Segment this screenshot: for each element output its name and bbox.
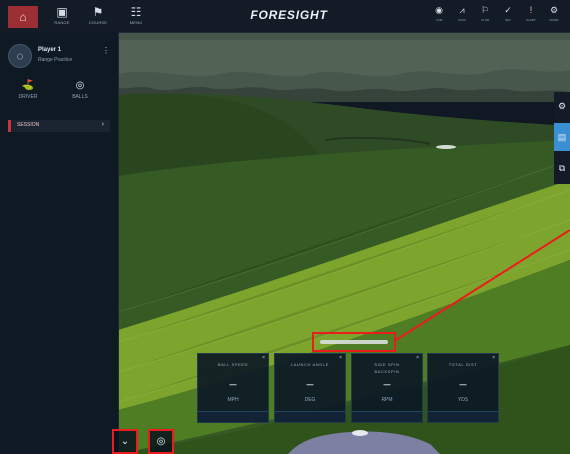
tile-value: —: [306, 382, 314, 389]
settings-icon: ⚙: [549, 5, 559, 15]
session-arrow-icon: ›: [101, 121, 104, 128]
tile-footer: [275, 411, 345, 422]
settings-icon: ⚙: [557, 100, 567, 111]
tile-title-2: BACKSPIN: [374, 369, 400, 374]
grid-icon: ☷: [130, 5, 142, 19]
qa-driver[interactable]: ⛳ DRIVER: [12, 80, 44, 104]
tile-footer: [198, 411, 268, 422]
tile-unit: RPM: [381, 397, 393, 403]
tool-camera[interactable]: ◉ CAM: [431, 5, 447, 29]
target-highlight-box[interactable]: [312, 332, 396, 352]
qa-balls[interactable]: ◎ BALLS: [64, 80, 96, 104]
tile-total-distance[interactable]: × TOTAL DIST — YDS: [427, 353, 499, 423]
target-icon: ◎: [156, 436, 166, 447]
left-sidebar: ◌ Player 1 Range Practice ⋮ ⛳ DRIVER ◎ B…: [0, 32, 119, 454]
tool-alert[interactable]: ! ALERT: [523, 5, 539, 29]
tool-club-label: CLUB: [480, 18, 489, 22]
target-marker: [320, 340, 388, 344]
flag-icon: ⚑: [92, 5, 104, 19]
home-button[interactable]: ⌂: [8, 6, 38, 28]
ball-icon: ◎: [75, 80, 85, 91]
nav-grid[interactable]: ☷ MENU: [124, 6, 148, 28]
session-label: SESSION: [17, 122, 40, 128]
right-icon-view[interactable]: ▤: [554, 123, 570, 151]
tile-ball-speed[interactable]: × BALL SPEED — MPH: [197, 353, 269, 423]
target-toggle[interactable]: ◎: [148, 429, 174, 454]
check-icon: ✓: [504, 5, 512, 15]
chart-icon: ⩘: [459, 5, 465, 15]
qa-balls-label: BALLS: [72, 94, 88, 100]
tile-spin[interactable]: × SIDE SPIN BACKSPIN — RPM: [351, 353, 423, 423]
nav-range[interactable]: ▣ RANGE: [50, 6, 74, 28]
club-icon: ⚐: [480, 5, 490, 15]
brand-logo: FORESIGHT: [250, 8, 328, 22]
right-icon-layers[interactable]: ⧉: [554, 154, 570, 182]
tool-graph-label: DATA: [458, 18, 466, 22]
home-icon: ⌂: [19, 10, 27, 24]
data-tiles: × BALL SPEED — MPH × LAUNCH ANGLE — DEG …: [197, 353, 499, 425]
quick-actions: ⛳ DRIVER ◎ BALLS: [12, 80, 98, 106]
tool-alert-label: ALERT: [526, 18, 536, 22]
nav-course-label: COURSE: [88, 20, 108, 25]
chevron-down-icon: ⌄: [120, 436, 130, 447]
close-icon[interactable]: ×: [416, 355, 419, 361]
bottom-controls: ⌄ ◎: [112, 429, 182, 454]
close-icon[interactable]: ×: [262, 355, 265, 361]
player-name: Player 1: [38, 47, 62, 53]
right-toolstrip: ⚙ ▤ ⧉: [554, 92, 570, 184]
nav-range-label: RANGE: [54, 20, 70, 25]
alert-icon: !: [529, 5, 533, 15]
tool-check-label: SET: [505, 18, 511, 22]
close-icon[interactable]: ×: [492, 355, 495, 361]
tile-unit: YDS: [457, 397, 469, 403]
tile-unit: MPH: [227, 397, 239, 403]
view-icon: ▤: [557, 131, 567, 142]
close-icon[interactable]: ×: [339, 355, 342, 361]
tool-club[interactable]: ⚐ CLUB: [477, 5, 493, 29]
nav-grid-label: MENU: [129, 20, 143, 25]
tile-value: —: [229, 382, 237, 389]
tile-unit: DEG: [304, 397, 316, 403]
right-icon-settings[interactable]: ⚙: [554, 92, 570, 120]
tool-graph[interactable]: ⩘ DATA: [454, 5, 470, 29]
tile-title: TOTAL DIST: [448, 362, 478, 367]
session-strip[interactable]: SESSION ›: [8, 120, 110, 132]
camera-icon: ◉: [435, 5, 443, 15]
chevron-toggle[interactable]: ⌄: [112, 429, 138, 454]
tile-title: SIDE SPIN: [374, 362, 400, 367]
tile-value: —: [459, 382, 467, 389]
player-avatar-icon: ◌: [16, 49, 24, 63]
tool-check[interactable]: ✓ SET: [500, 5, 516, 29]
top-bar: ⌂ ▣ RANGE ⚑ COURSE ☷ MENU FORESIGHT ◉ CA…: [0, 0, 570, 33]
tile-launch-angle[interactable]: × LAUNCH ANGLE — DEG: [274, 353, 346, 423]
tool-settings[interactable]: ⚙ MORE: [546, 5, 562, 29]
layers-icon: ⧉: [558, 162, 566, 173]
app-window: ⌂ ▣ RANGE ⚑ COURSE ☷ MENU FORESIGHT ◉ CA…: [0, 0, 570, 454]
nav-course[interactable]: ⚑ COURSE: [86, 6, 110, 28]
top-tools: ◉ CAM ⩘ DATA ⚐ CLUB ✓ SET ! ALERT ⚙ MORE: [431, 5, 562, 29]
tool-settings-label: MORE: [549, 18, 559, 22]
player-card[interactable]: ◌ Player 1 Range Practice ⋮: [8, 44, 110, 68]
tile-title: BALL SPEED: [217, 362, 249, 367]
tile-footer: [352, 411, 422, 422]
club-icon: ⛳: [21, 80, 35, 91]
tool-camera-label: CAM: [435, 18, 443, 22]
tile-title: LAUNCH ANGLE: [290, 362, 330, 367]
player-more-icon[interactable]: ⋮: [102, 46, 110, 55]
tile-footer: [428, 411, 498, 422]
avatar: ◌: [8, 44, 32, 68]
range-icon: ▣: [56, 5, 68, 19]
tile-value: —: [383, 382, 391, 389]
player-subtitle: Range Practice: [38, 57, 73, 63]
qa-driver-label: DRIVER: [18, 94, 38, 100]
